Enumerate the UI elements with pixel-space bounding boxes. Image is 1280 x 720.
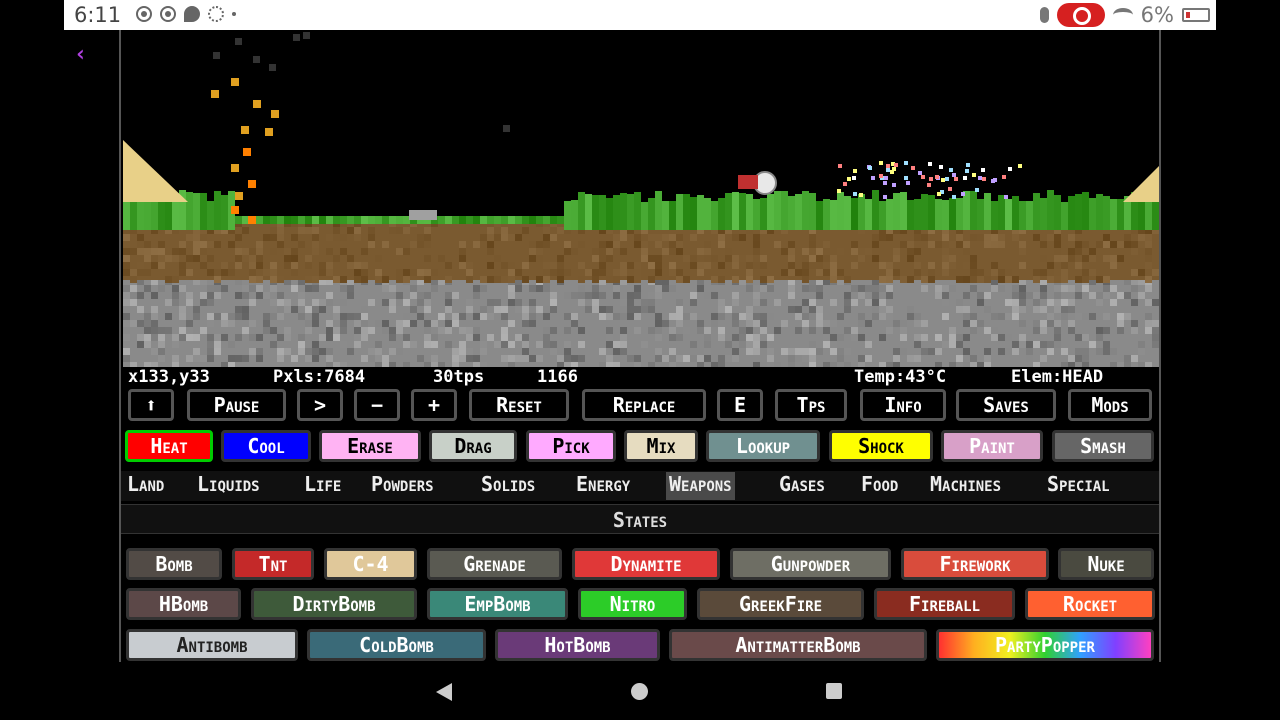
- saves-button[interactable]: Saves: [956, 389, 1056, 421]
- game-area: x133,y33 Pxls:7684 30tps 1166 Temp:43°C …: [119, 30, 1161, 662]
- nav-back-icon[interactable]: [436, 683, 452, 701]
- pixel-count: Pxls:7684: [273, 367, 366, 387]
- element-dynamite-button[interactable]: Dynamite: [572, 548, 720, 580]
- pause-button[interactable]: Pause: [187, 389, 286, 421]
- cursor-coords: x133,y33: [128, 367, 210, 387]
- tool-smash-button[interactable]: Smash: [1052, 430, 1154, 462]
- sand-pile-left: [123, 140, 188, 202]
- element-firework-button[interactable]: Firework: [901, 548, 1049, 580]
- element-nitro-button[interactable]: Nitro: [578, 588, 687, 620]
- element-coldbomb-button[interactable]: ColdBomb: [307, 629, 486, 661]
- tab-land[interactable]: Land: [124, 472, 167, 500]
- screen-record-icon[interactable]: [1056, 3, 1105, 27]
- minus-button[interactable]: −: [354, 389, 400, 421]
- step-button[interactable]: >: [297, 389, 343, 421]
- gear-icon: [208, 6, 224, 22]
- tool-paint-button[interactable]: Paint: [941, 430, 1043, 462]
- element-antimatterbomb-button[interactable]: AntimatterBomb: [669, 629, 927, 661]
- fire-column: [211, 32, 510, 224]
- tool-drag-button[interactable]: Drag: [429, 430, 517, 462]
- debris-particles: [837, 161, 1022, 199]
- element-empbomb-button[interactable]: EmpBomb: [427, 588, 568, 620]
- reset-button[interactable]: Reset: [469, 389, 569, 421]
- android-nav-bar: [0, 662, 1280, 720]
- nav-home-icon[interactable]: [631, 683, 648, 700]
- element-greekfire-button[interactable]: GreekFire: [697, 588, 864, 620]
- tool-mix-button[interactable]: Mix: [624, 430, 698, 462]
- tool-erase-button[interactable]: Erase: [319, 430, 421, 462]
- tab-energy[interactable]: Energy: [573, 472, 633, 500]
- element-gunpowder-button[interactable]: Gunpowder: [730, 548, 891, 580]
- gray-rock-entity: [409, 210, 437, 220]
- element-antibomb-button[interactable]: Antibomb: [126, 629, 298, 661]
- dot-icon: [232, 12, 236, 16]
- tab-powders[interactable]: Powders: [368, 472, 437, 500]
- element-rocket-button[interactable]: Rocket: [1025, 588, 1155, 620]
- notification-icons: [136, 6, 236, 22]
- tool-cool-button[interactable]: Cool: [221, 430, 311, 462]
- element-hbomb-button[interactable]: HBomb: [126, 588, 241, 620]
- mods-button[interactable]: Mods: [1068, 389, 1152, 421]
- tool-pick-button[interactable]: Pick: [526, 430, 616, 462]
- tab-solids[interactable]: Solids: [478, 472, 538, 500]
- up-button[interactable]: ⬆: [128, 389, 174, 421]
- states-toggle[interactable]: States: [121, 504, 1159, 534]
- tab-gases[interactable]: Gases: [776, 472, 828, 500]
- element-partypopper-button[interactable]: PartyPopper: [936, 629, 1154, 661]
- wifi-icon: [1112, 8, 1133, 22]
- tab-weapons[interactable]: Weapons: [666, 472, 735, 500]
- plus-button[interactable]: +: [411, 389, 457, 421]
- element-c-4-button[interactable]: C-4: [324, 548, 417, 580]
- info-button[interactable]: Info: [860, 389, 946, 421]
- simulation-canvas[interactable]: [123, 30, 1160, 367]
- element-tnt-button[interactable]: Tnt: [232, 548, 314, 580]
- red-entity: [738, 175, 758, 189]
- replace-button[interactable]: Replace: [582, 389, 706, 421]
- status-bar: 6:11 6%: [64, 0, 1216, 30]
- clock: 6:11: [74, 3, 122, 27]
- tps-readout: 30tps: [433, 367, 485, 387]
- element-hotbomb-button[interactable]: HotBomb: [495, 629, 660, 661]
- rock-layer: [123, 278, 1159, 367]
- tool-lookup-button[interactable]: Lookup: [706, 430, 820, 462]
- element-fireball-button[interactable]: Fireball: [874, 588, 1015, 620]
- tab-liquids[interactable]: Liquids: [194, 472, 263, 500]
- battery-icon: [1182, 8, 1210, 22]
- tab-special[interactable]: Special: [1044, 472, 1113, 500]
- element-grenade-button[interactable]: Grenade: [427, 548, 562, 580]
- nav-recents-icon[interactable]: [826, 683, 842, 699]
- record-icon: [136, 6, 152, 22]
- tool-heat-button[interactable]: Heat: [125, 430, 213, 462]
- chat-icon: [184, 6, 200, 22]
- info-bar: x133,y33 Pxls:7684 30tps 1166 Temp:43°C …: [121, 367, 1159, 387]
- element-bomb-button[interactable]: Bomb: [126, 548, 222, 580]
- sand-pile-right: [1123, 166, 1159, 202]
- tab-life[interactable]: Life: [301, 472, 344, 500]
- mic-icon: [1039, 7, 1049, 23]
- selected-element: Elem:HEAD: [1011, 367, 1104, 387]
- tool-shock-button[interactable]: Shock: [829, 430, 933, 462]
- counter-readout: 1166: [537, 367, 578, 387]
- record-icon: [160, 6, 176, 22]
- back-chevron-icon[interactable]: ‹: [74, 42, 87, 67]
- element-nuke-button[interactable]: Nuke: [1058, 548, 1154, 580]
- tps-button[interactable]: Tps: [775, 389, 847, 421]
- tab-machines[interactable]: Machines: [927, 472, 1004, 500]
- element-dirtybomb-button[interactable]: DirtyBomb: [251, 588, 417, 620]
- tab-food[interactable]: Food: [858, 472, 901, 500]
- e-button[interactable]: E: [717, 389, 763, 421]
- battery-percent: 6%: [1140, 3, 1174, 27]
- temperature-readout: Temp:43°C: [854, 367, 947, 387]
